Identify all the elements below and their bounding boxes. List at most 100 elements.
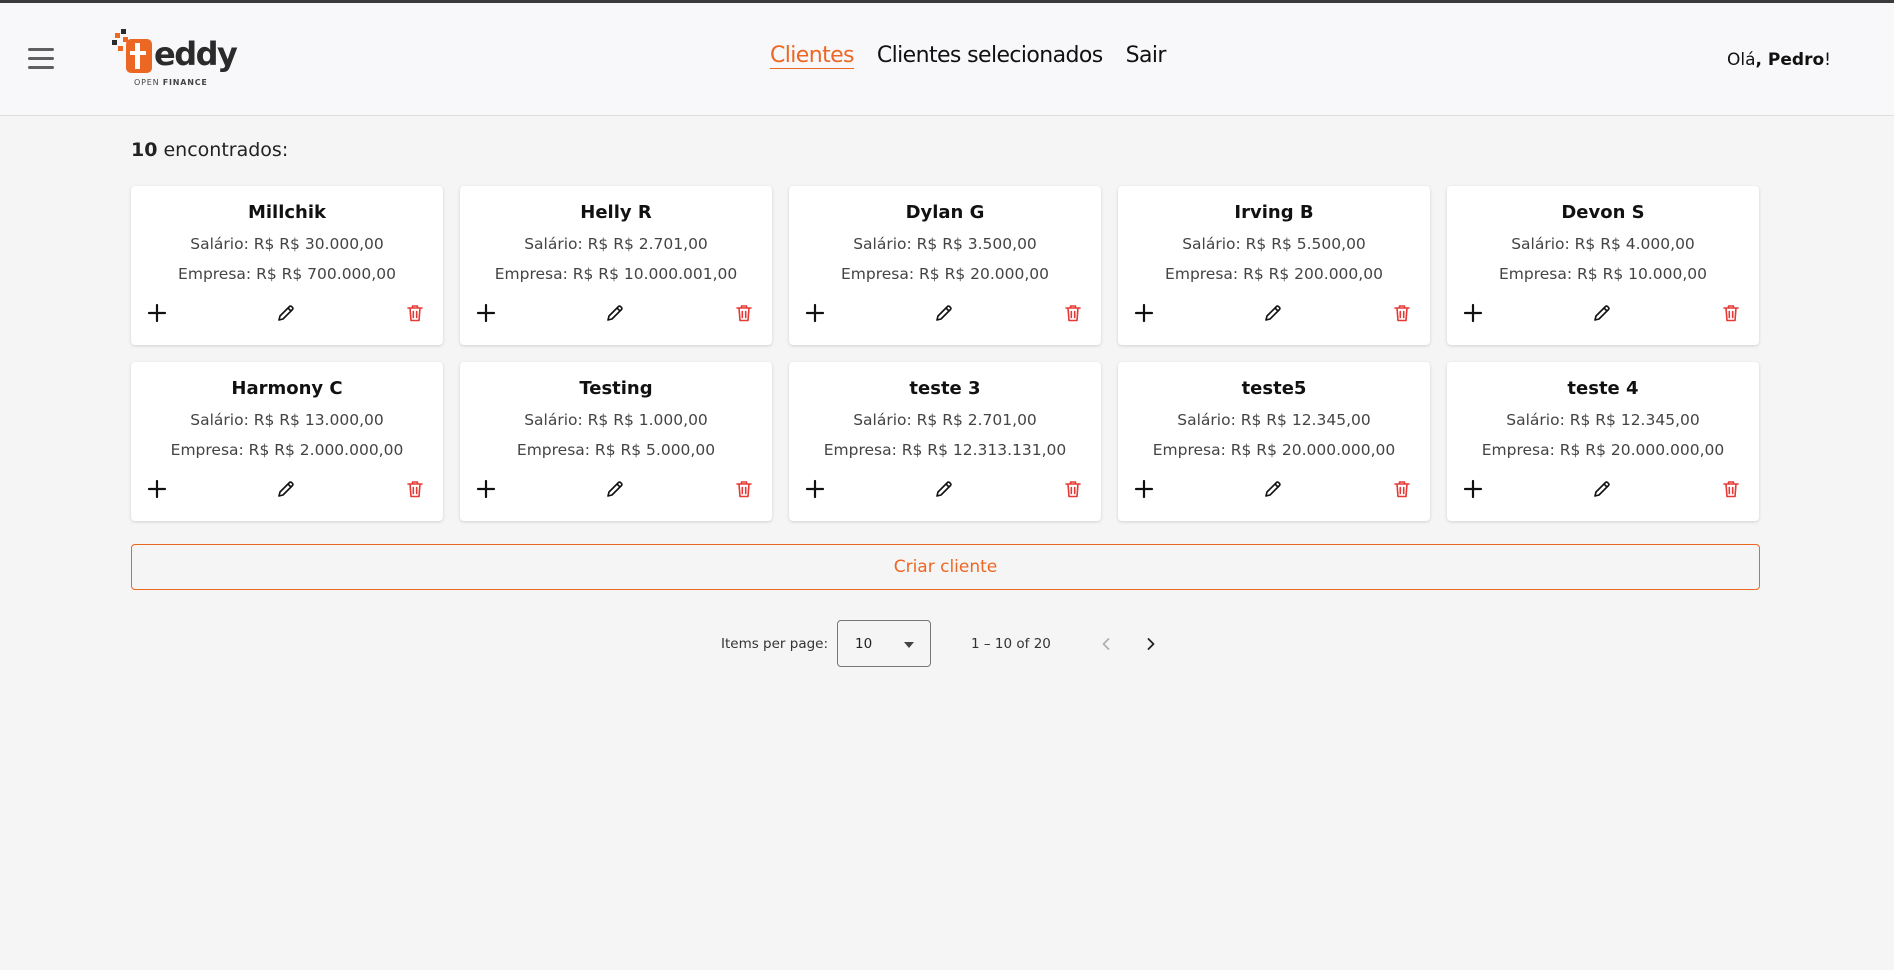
- add-client-button[interactable]: [1132, 301, 1156, 325]
- results-count-label: encontrados:: [157, 139, 289, 161]
- delete-client-button[interactable]: [1061, 301, 1085, 325]
- client-salary: Salário: R$ R$ 3.500,00: [853, 235, 1037, 253]
- trash-icon: [407, 481, 423, 498]
- edit-client-button[interactable]: [603, 477, 627, 501]
- client-company-value: Empresa: R$ R$ 200.000,00: [1165, 265, 1383, 283]
- pencil-icon: [278, 481, 294, 497]
- delete-client-button[interactable]: [1390, 477, 1414, 501]
- edit-client-button[interactable]: [274, 477, 298, 501]
- client-card: Millchik Salário: R$ R$ 30.000,00 Empresa:…: [131, 186, 443, 345]
- client-salary: Salário: R$ R$ 4.000,00: [1511, 235, 1695, 253]
- client-name: teste 4: [1567, 378, 1639, 399]
- client-company-value: Empresa: R$ R$ 2.000.000,00: [170, 441, 404, 459]
- edit-client-button[interactable]: [603, 301, 627, 325]
- client-name: teste 3: [909, 378, 981, 399]
- nav-clientes[interactable]: Clientes: [770, 43, 854, 69]
- delete-client-button[interactable]: [403, 477, 427, 501]
- client-company-value: Empresa: R$ R$ 10.000.001,00: [494, 265, 738, 283]
- trash-icon: [736, 305, 752, 322]
- nav-clientes-selecionados[interactable]: Clientes selecionados: [877, 43, 1103, 68]
- page-range-label: 1 – 10 of 20: [971, 636, 1051, 652]
- client-company-value: Empresa: R$ R$ 10.000,00: [1498, 265, 1708, 283]
- logo-subtitle: OPEN FINANCE: [134, 78, 208, 87]
- trash-icon: [736, 481, 752, 498]
- client-salary: Salário: R$ R$ 30.000,00: [190, 235, 384, 253]
- client-company-value: Empresa: R$ R$ 20.000.000,00: [1481, 441, 1725, 459]
- paginator: Items per page: 10 1 – 10 of 20: [0, 620, 1894, 667]
- add-client-button[interactable]: [803, 301, 827, 325]
- edit-client-button[interactable]: [1590, 301, 1614, 325]
- main-nav: Clientes Clientes selecionados Sair: [770, 43, 1166, 77]
- trash-icon: [1065, 481, 1081, 498]
- add-client-button[interactable]: [1461, 301, 1485, 325]
- add-client-button[interactable]: [803, 477, 827, 501]
- plus-icon: [147, 303, 167, 323]
- plus-icon: [805, 479, 825, 499]
- delete-client-button[interactable]: [732, 301, 756, 325]
- client-card: Testing Salário: R$ R$ 1.000,00 Empresa: R…: [460, 362, 772, 521]
- items-per-page-value: 10: [855, 636, 873, 652]
- plus-icon: [476, 303, 496, 323]
- add-client-button[interactable]: [1461, 477, 1485, 501]
- trash-icon: [1394, 481, 1410, 498]
- delete-client-button[interactable]: [1719, 301, 1743, 325]
- nav-sair[interactable]: Sair: [1126, 43, 1167, 68]
- greeting-comma: ,: [1755, 50, 1768, 70]
- delete-client-button[interactable]: [1390, 301, 1414, 325]
- edit-client-button[interactable]: [1261, 477, 1285, 501]
- edit-client-button[interactable]: [1261, 301, 1285, 325]
- client-name: Devon S: [1561, 202, 1645, 223]
- add-client-button[interactable]: [474, 301, 498, 325]
- greeting-prefix: Olá: [1727, 50, 1756, 70]
- client-name: Helly R: [580, 202, 652, 223]
- client-company-value: Empresa: R$ R$ 5.000,00: [516, 441, 716, 459]
- client-card: teste 3 Salário: R$ R$ 2.701,00 Empresa: R…: [789, 362, 1101, 521]
- items-per-page-select[interactable]: 10: [837, 620, 931, 667]
- trash-icon: [1723, 305, 1739, 322]
- delete-client-button[interactable]: [1061, 477, 1085, 501]
- edit-client-button[interactable]: [1590, 477, 1614, 501]
- delete-client-button[interactable]: [732, 477, 756, 501]
- create-client-button[interactable]: Criar cliente: [131, 544, 1760, 590]
- edit-client-button[interactable]: [932, 477, 956, 501]
- edit-client-button[interactable]: [274, 301, 298, 325]
- add-client-button[interactable]: [1132, 477, 1156, 501]
- next-page-button[interactable]: [1139, 632, 1163, 656]
- delete-client-button[interactable]: [1719, 477, 1743, 501]
- client-name: teste5: [1241, 378, 1307, 399]
- pencil-icon: [1594, 481, 1610, 497]
- client-card-grid: Millchik Salário: R$ R$ 30.000,00 Empresa:…: [131, 186, 1760, 521]
- client-card: Dylan G Salário: R$ R$ 3.500,00 Empresa: R…: [789, 186, 1101, 345]
- plus-icon: [805, 303, 825, 323]
- trash-icon: [407, 305, 423, 322]
- add-client-button[interactable]: [145, 301, 169, 325]
- results-count: 10 encontrados:: [131, 139, 288, 161]
- chevron-right-icon: [1147, 638, 1155, 650]
- delete-client-button[interactable]: [403, 301, 427, 325]
- client-name: Harmony C: [231, 378, 343, 399]
- client-salary: Salário: R$ R$ 1.000,00: [524, 411, 708, 429]
- client-card: Irving B Salário: R$ R$ 5.500,00 Empresa: …: [1118, 186, 1430, 345]
- add-client-button[interactable]: [145, 477, 169, 501]
- pencil-icon: [1265, 481, 1281, 497]
- edit-client-button[interactable]: [932, 301, 956, 325]
- add-client-button[interactable]: [474, 477, 498, 501]
- client-company-value: Empresa: R$ R$ 20.000.000,00: [1152, 441, 1396, 459]
- logo-subtitle-bold: FINANCE: [162, 78, 208, 87]
- client-company-value: Empresa: R$ R$ 20.000,00: [840, 265, 1050, 283]
- hamburger-menu-button[interactable]: [28, 48, 56, 70]
- chevron-left-icon: [1102, 638, 1110, 650]
- previous-page-button[interactable]: [1094, 632, 1118, 656]
- plus-icon: [1134, 479, 1154, 499]
- plus-icon: [476, 479, 496, 499]
- client-salary: Salário: R$ R$ 12.345,00: [1177, 411, 1371, 429]
- client-salary: Salário: R$ R$ 5.500,00: [1182, 235, 1366, 253]
- teddy-logo[interactable]: eddy OPEN FINANCE: [112, 29, 242, 93]
- client-name: Testing: [579, 378, 653, 399]
- client-company-value: Empresa: R$ R$ 12.313.131,00: [823, 441, 1067, 459]
- plus-icon: [1463, 479, 1483, 499]
- hamburger-menu-icon: [28, 48, 54, 51]
- items-per-page-label: Items per page:: [721, 636, 829, 652]
- client-salary: Salário: R$ R$ 2.701,00: [853, 411, 1037, 429]
- client-card: Devon S Salário: R$ R$ 4.000,00 Empresa: R…: [1447, 186, 1759, 345]
